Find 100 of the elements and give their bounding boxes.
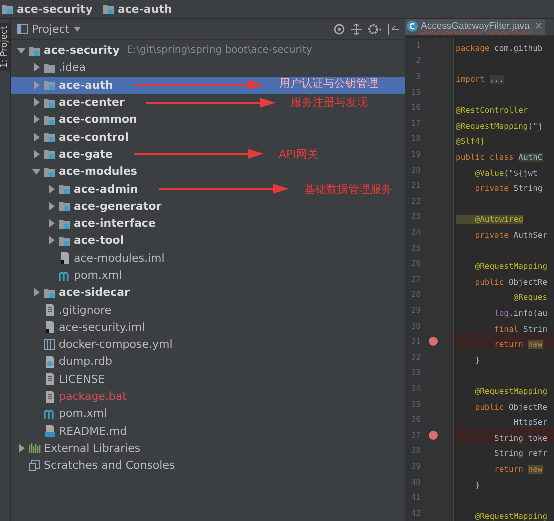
close-button[interactable]: × <box>534 21 544 32</box>
locate-icon[interactable] <box>334 24 345 34</box>
code-line: String refr <box>494 448 548 460</box>
tree-item[interactable]: ace-center 服务注册与发现 <box>11 94 405 112</box>
tree-item[interactable]: README.md <box>11 422 405 440</box>
console-icon <box>29 460 41 472</box>
code-line: String toke <box>494 432 548 445</box>
code-line: public ObjectRe <box>474 402 548 414</box>
annotation-note: API网关 <box>279 148 318 161</box>
breadcrumb[interactable]: ace-security <box>17 2 93 16</box>
database-file-icon <box>44 356 56 368</box>
tree-item-label: pom.xml <box>59 407 108 420</box>
tree-item[interactable]: ace-generator <box>11 198 405 215</box>
module-folder-icon <box>44 286 56 299</box>
maven-icon <box>59 270 71 282</box>
tree-item[interactable]: .gitignore <box>11 301 405 319</box>
tree-item[interactable]: dump.rdb <box>11 353 405 371</box>
annotation-note: 基础数据管理服务 <box>304 182 392 196</box>
tree-item[interactable]: Scratches and Consoles <box>11 457 405 474</box>
tree-item-label: ace-modules <box>59 165 138 178</box>
project-view-dropdown[interactable]: Project <box>17 22 81 36</box>
tree-item[interactable]: LICENSE <box>11 370 405 388</box>
tree-item-label: docker-compose.yml <box>59 338 173 352</box>
tree-item[interactable]: ace-interface <box>11 214 405 232</box>
module-folder-icon <box>59 218 71 230</box>
module-folder-icon <box>44 79 56 92</box>
tree-item-label: ace-common <box>59 113 138 126</box>
tree-item[interactable]: ace-security.iml <box>11 318 405 336</box>
tree-item[interactable]: ace-security E:\git\spring\spring boot\ace-security <box>11 42 405 60</box>
code-line: final Strin <box>494 324 548 336</box>
code-line: import ... <box>456 74 504 86</box>
tree-item[interactable]: ace-control <box>11 128 405 146</box>
collapse-all-icon[interactable] <box>351 24 362 34</box>
tree-item-label: ace-security <box>44 44 120 58</box>
tree-item-label: dump.rdb <box>59 355 112 368</box>
tab-label: AccessGatewayFilter.java <box>421 21 530 32</box>
module-folder-icon <box>59 234 71 247</box>
tree-item-label: README.md <box>59 424 128 438</box>
tree-item-label: package.bat <box>59 390 127 404</box>
tree-item-label: .idea <box>59 61 86 74</box>
file-icon <box>44 390 56 403</box>
module-folder-icon <box>2 3 14 15</box>
tree-item[interactable]: External Libraries <box>11 440 405 458</box>
module-folder-icon <box>44 148 56 160</box>
tree-item-label: ace-admin <box>74 182 138 196</box>
markdown-file-icon <box>44 425 56 438</box>
code-line: @RequestMapping <box>474 386 548 398</box>
tree-item-label: Scratches and Consoles <box>44 459 176 472</box>
tree-item-label: ace-tool <box>74 234 124 248</box>
file-icon <box>44 373 56 386</box>
tree-item[interactable]: ace-auth 用户认证与公钥管理 <box>11 76 405 94</box>
project-tool-tab[interactable]: 1: Project <box>0 23 10 72</box>
file-icon <box>44 321 56 334</box>
file-icon <box>44 338 56 351</box>
breakpoint-icon[interactable] <box>429 337 438 346</box>
module-folder-icon <box>59 183 71 196</box>
module-folder-icon <box>29 44 41 57</box>
module-folder-icon <box>44 131 56 144</box>
code-line: public class AuthC <box>456 152 543 164</box>
tree-item[interactable]: ace-sidecar <box>11 284 405 302</box>
tree-item[interactable]: ace-modules <box>11 163 405 180</box>
tree-item[interactable]: ace-tool <box>11 232 405 250</box>
code-line: @RestController <box>456 105 528 118</box>
annotation-note: 用户认证与公钥管理 <box>279 76 378 90</box>
code-line: private AuthSer <box>474 230 548 242</box>
tree-item[interactable]: ace-common <box>11 111 405 128</box>
collapse-arrow-icon[interactable] <box>17 46 26 56</box>
code-line: } <box>474 480 480 492</box>
tree-item[interactable]: docker-compose.yml <box>11 336 405 354</box>
tree-item[interactable]: ace-modules.iml <box>11 250 405 267</box>
java-class-icon <box>407 21 418 32</box>
tree-item[interactable]: pom.xml <box>11 405 405 423</box>
hide-panel-icon[interactable] <box>388 24 399 34</box>
tree-item-label: ace-auth <box>59 78 114 92</box>
code-line: log.info(au <box>494 308 548 320</box>
editor-tab[interactable]: AccessGatewayFilter.java × <box>405 19 546 35</box>
libraries-icon <box>29 442 41 454</box>
breakpoint-icon[interactable] <box>429 430 438 440</box>
breadcrumb[interactable]: ace-auth <box>118 2 172 16</box>
module-folder-icon <box>59 200 71 212</box>
module-folder-icon <box>44 166 56 178</box>
tree-item[interactable]: pom.xml <box>11 266 405 284</box>
tree-item[interactable]: ace-gate API网关 <box>11 146 405 164</box>
tree-item[interactable]: ace-admin 基础数据管理服务 <box>11 180 405 198</box>
tree-item-label: pom.xml <box>74 269 122 282</box>
tree-item-label: ace-interface <box>74 217 156 230</box>
code-line: @RequestMapping <box>474 261 548 274</box>
code-line: private String <box>474 183 543 196</box>
tree-item[interactable]: .idea <box>11 59 405 77</box>
settings-icon[interactable] <box>368 24 382 34</box>
module-folder-icon <box>102 3 115 15</box>
expand-arrow-icon[interactable] <box>32 288 41 298</box>
tree-item-label: .gitignore <box>59 304 112 317</box>
caret-icon <box>74 26 81 32</box>
code-line: return new <box>494 464 543 476</box>
expand-arrow-icon[interactable] <box>17 444 26 453</box>
code-line: } <box>474 354 480 367</box>
collapse-arrow-icon[interactable] <box>32 167 41 176</box>
annotation-note: 服务注册与发现 <box>290 96 368 110</box>
maven-icon <box>44 408 56 420</box>
